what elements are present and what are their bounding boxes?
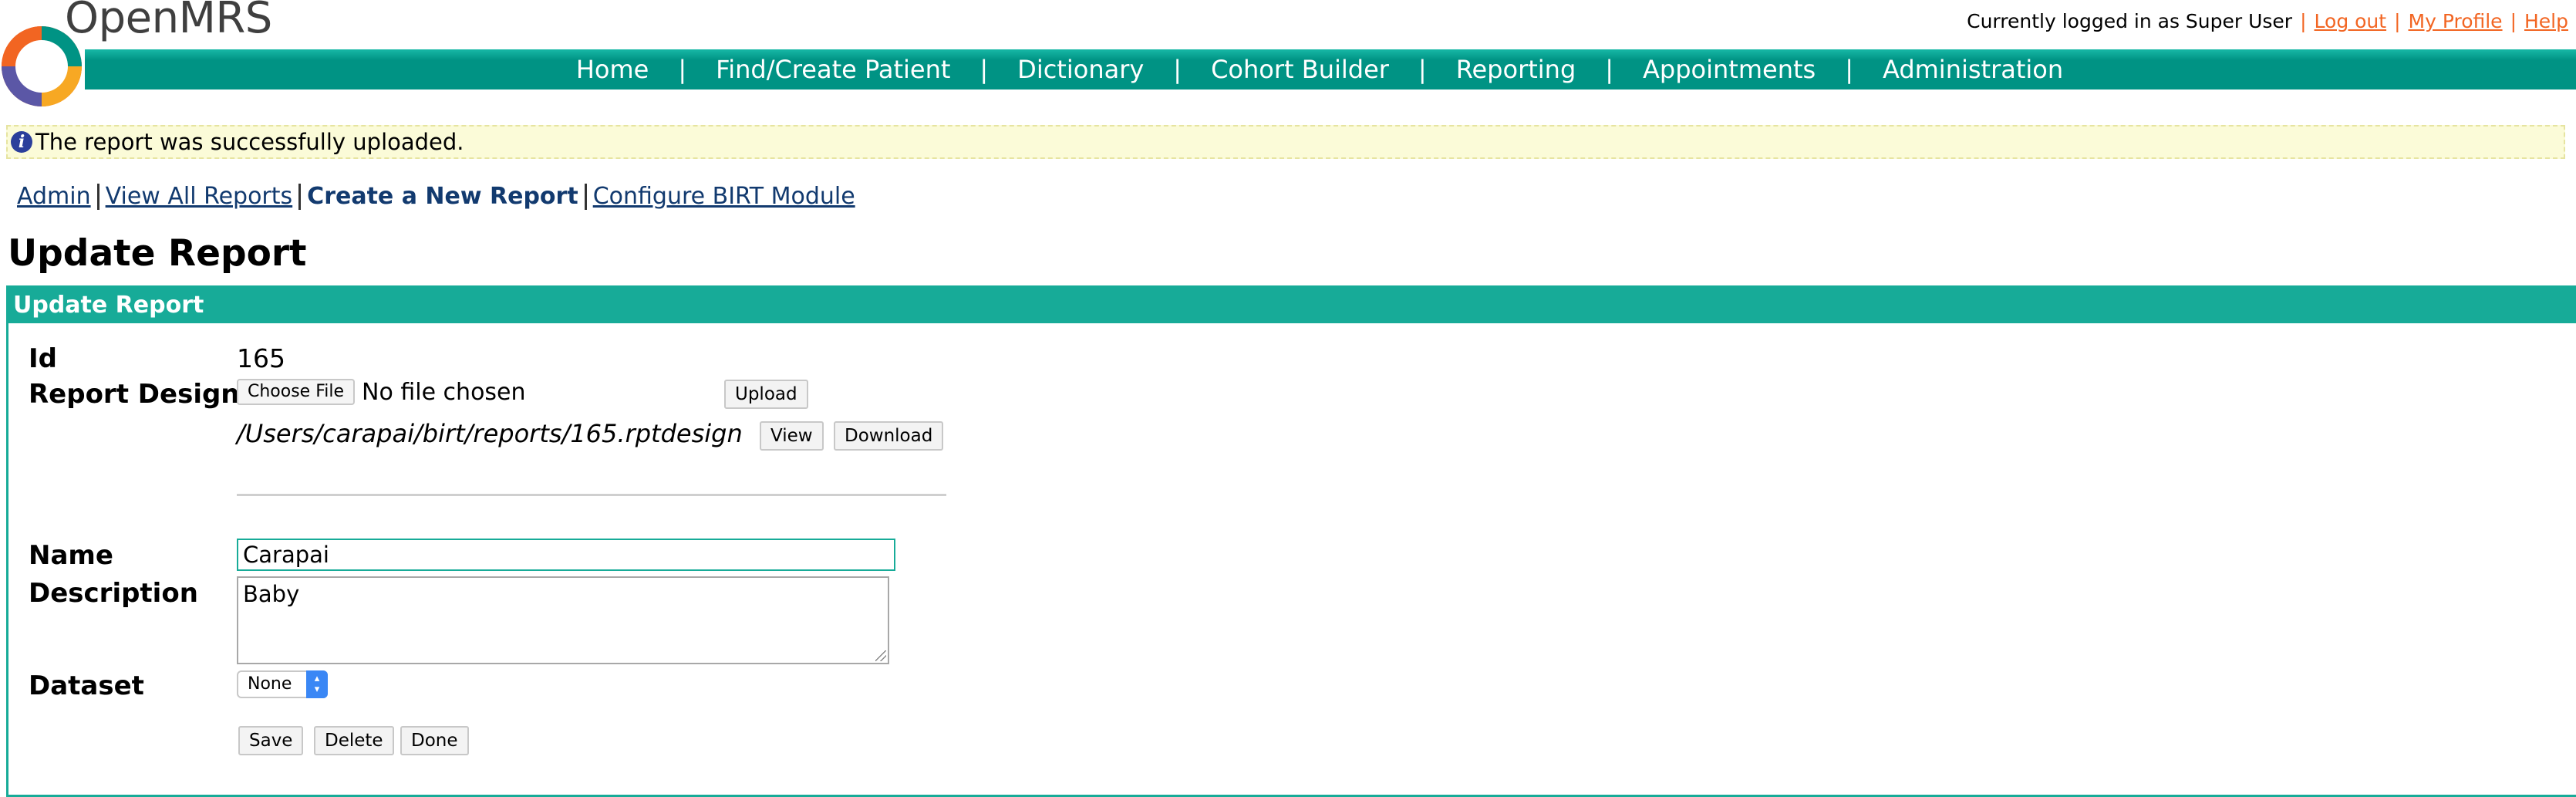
dataset-select[interactable]: None ▴ ▾	[237, 670, 328, 698]
update-report-box: Update Report Id 165 Report Design Choos…	[6, 285, 2576, 797]
description-label: Description	[29, 578, 198, 609]
nav-reporting[interactable]: Reporting	[1427, 49, 1606, 89]
subnav-view-all-reports-link[interactable]: View All Reports	[106, 179, 293, 214]
nav-separator: |	[1845, 55, 1853, 84]
user-separator: |	[2510, 10, 2517, 32]
user-separator: |	[2394, 10, 2401, 32]
user-separator: |	[2300, 10, 2307, 32]
my-profile-link[interactable]: My Profile	[2401, 6, 2510, 37]
choose-file-button[interactable]: Choose File	[237, 379, 356, 405]
nav-separator: |	[979, 55, 989, 84]
app-logo-text: OpenMRS	[65, 0, 272, 43]
subnav-admin-link[interactable]: Admin	[17, 179, 91, 214]
subnav-configure-birt-link[interactable]: Configure BIRT Module	[593, 179, 855, 214]
id-value: 165	[237, 343, 285, 373]
subnav-separator	[584, 184, 587, 210]
nav-administration[interactable]: Administration	[1853, 49, 2092, 89]
logged-in-text: Currently logged in as Super User	[1967, 10, 2293, 32]
nav-cohort-builder[interactable]: Cohort Builder	[1182, 49, 1418, 89]
box-header: Update Report	[8, 288, 2576, 323]
logout-link[interactable]: Log out	[2307, 6, 2395, 37]
description-text: Baby	[243, 581, 300, 607]
download-button[interactable]: Download	[834, 421, 944, 451]
nav-appointments[interactable]: Appointments	[1613, 49, 1845, 89]
id-label: Id	[29, 343, 57, 374]
description-textarea[interactable]: Baby	[237, 576, 889, 664]
dataset-selected-value: None	[248, 674, 292, 694]
report-subnav: Admin View All Reports Create a New Repo…	[17, 179, 855, 214]
nav-home[interactable]: Home	[547, 49, 679, 89]
select-arrows-icon: ▴ ▾	[306, 670, 328, 698]
view-button[interactable]: View	[760, 421, 824, 451]
done-button[interactable]: Done	[400, 726, 469, 755]
name-label: Name	[29, 540, 113, 571]
name-input[interactable]	[237, 539, 895, 571]
save-button[interactable]: Save	[238, 726, 304, 755]
subnav-create-new-report[interactable]: Create a New Report	[307, 179, 578, 214]
subnav-separator	[96, 184, 99, 210]
page-title: Update Report	[8, 232, 307, 275]
help-link[interactable]: Help	[2517, 6, 2576, 37]
no-file-chosen-text: No file chosen	[362, 379, 526, 406]
nav-separator: |	[678, 55, 687, 84]
nav-separator: |	[1173, 55, 1182, 84]
nav-separator: |	[1605, 55, 1614, 84]
nav-find-create-patient[interactable]: Find/Create Patient	[686, 49, 979, 89]
info-icon: i	[11, 131, 32, 153]
upload-button[interactable]: Upload	[724, 380, 808, 409]
info-message-text: The report was successfully uploaded.	[35, 129, 464, 155]
nav-dictionary[interactable]: Dictionary	[988, 49, 1173, 89]
nav-separator: |	[1418, 55, 1427, 84]
dataset-label: Dataset	[29, 670, 144, 701]
info-message: i The report was successfully uploaded.	[6, 125, 2565, 159]
form-divider	[237, 494, 946, 496]
subnav-separator	[298, 184, 302, 210]
resize-grip-icon[interactable]	[875, 650, 886, 661]
report-design-path: /Users/carapai/birt/reports/165.rptdesig…	[237, 419, 743, 448]
main-nav: Home | Find/Create Patient | Dictionary …	[0, 49, 2576, 89]
delete-button[interactable]: Delete	[314, 726, 394, 755]
user-bar: Currently logged in as Super User | Log …	[1967, 6, 2576, 37]
report-design-label: Report Design	[29, 379, 240, 410]
